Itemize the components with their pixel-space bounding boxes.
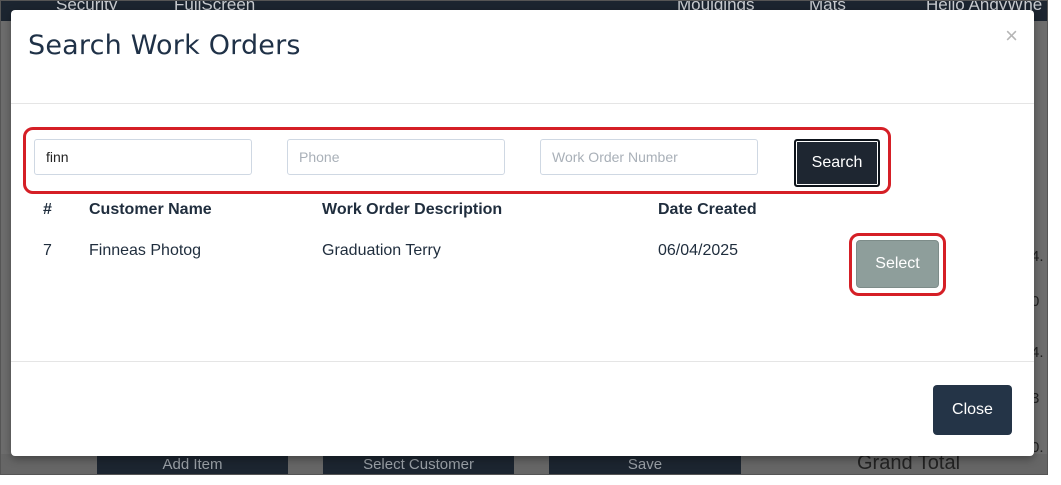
modal-footer: Close (11, 361, 1034, 456)
row-work-order-description: Graduation Terry (322, 242, 441, 259)
background-bottombar: Add Item Select Customer Save Grand Tota… (1, 452, 1047, 474)
column-header-number: # (43, 201, 52, 218)
column-header-customer-name: Customer Name (89, 201, 212, 218)
phone-input[interactable] (287, 139, 505, 175)
search-work-orders-modal: Search Work Orders × Search # Customer N… (11, 10, 1034, 456)
page: Security FullScreen Mouldings Mats Hello… (0, 0, 1061, 485)
row-number: 7 (43, 242, 52, 259)
column-header-work-order-description: Work Order Description (322, 201, 503, 218)
row-customer-name: Finneas Photog (89, 242, 202, 259)
column-header-date-created: Date Created (658, 201, 757, 218)
work-order-number-input[interactable] (540, 139, 758, 175)
background-add-item-button: Add Item (97, 455, 288, 474)
close-icon[interactable]: × (1005, 24, 1018, 48)
customer-name-input[interactable] (34, 139, 252, 175)
modal-title: Search Work Orders (28, 30, 301, 61)
select-button[interactable]: Select (856, 240, 939, 288)
modal-header: Search Work Orders × (11, 10, 1034, 104)
close-button[interactable]: Close (933, 385, 1012, 435)
row-date-created: 06/04/2025 (658, 242, 739, 259)
background-select-customer-button: Select Customer (323, 455, 514, 474)
search-button[interactable]: Search (794, 139, 880, 187)
background-save-button: Save (549, 455, 741, 474)
